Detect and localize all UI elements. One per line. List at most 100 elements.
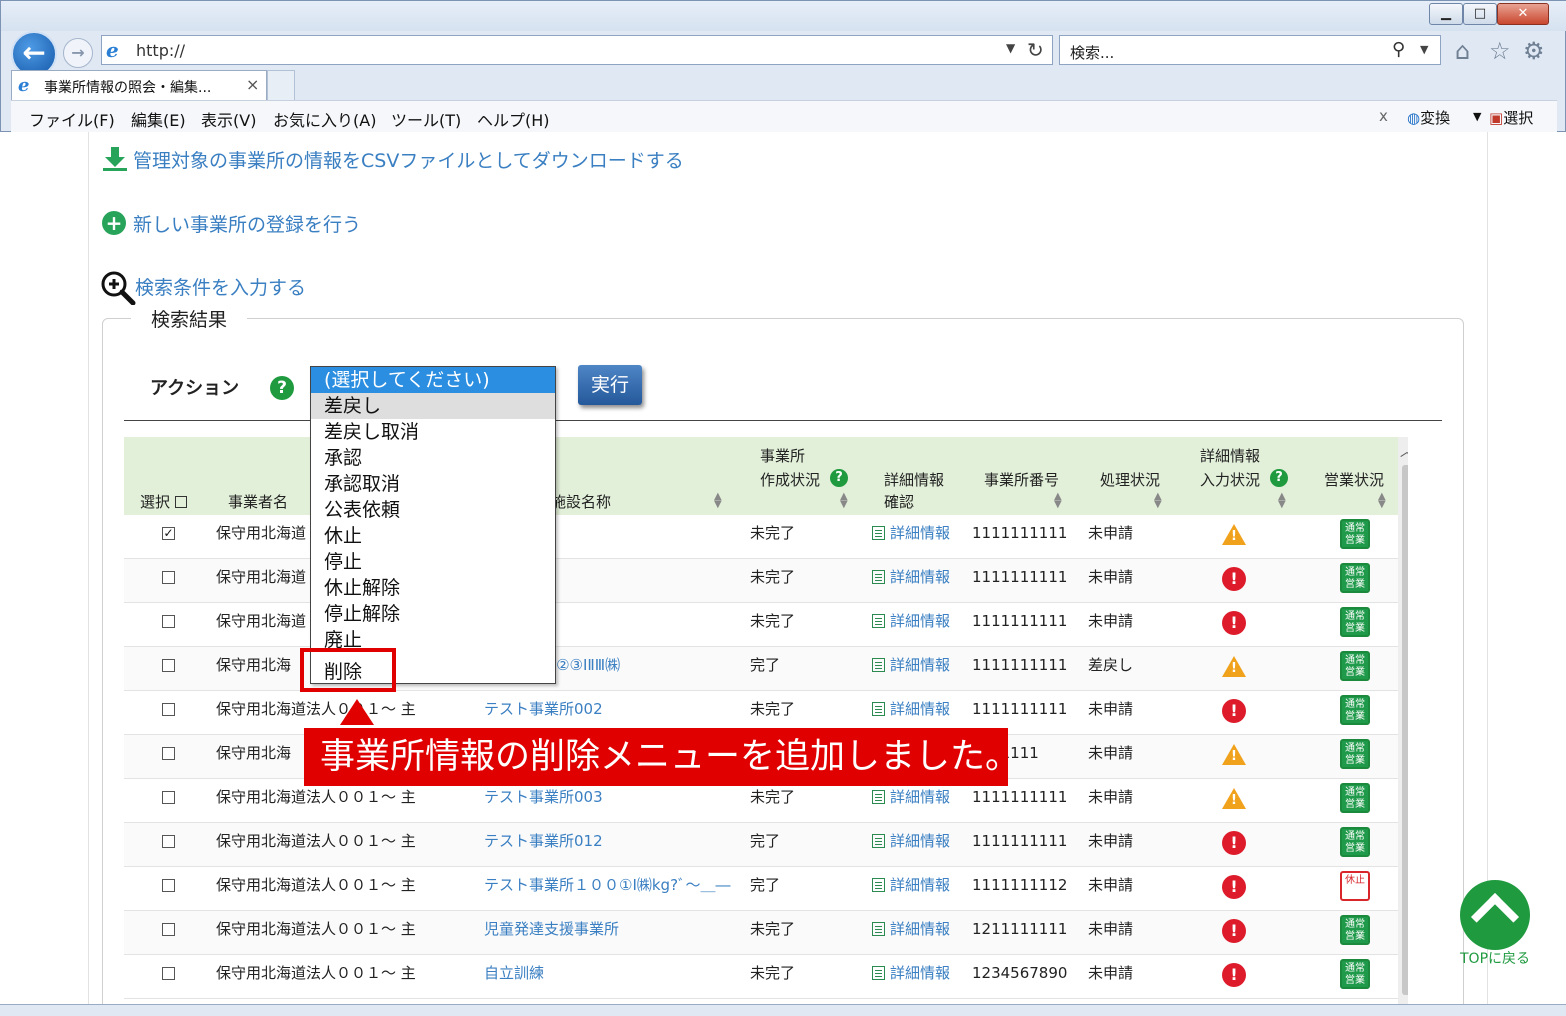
header-creation[interactable]: 作成状況	[760, 469, 820, 490]
address-input[interactable]: http://	[136, 41, 185, 60]
menu-file[interactable]: ファイル(F)	[29, 107, 115, 131]
chevron-down-icon[interactable]: ▼	[1006, 41, 1015, 55]
minimize-button[interactable]: ▁	[1429, 3, 1463, 25]
close-window-button[interactable]: ✕	[1497, 3, 1549, 25]
row-checkbox[interactable]	[162, 615, 175, 628]
menu-favorites[interactable]: お気に入り(A)	[273, 107, 376, 131]
header-input-line1: 詳細情報	[1200, 447, 1261, 465]
download-csv-link[interactable]: 管理対象の事業所の情報をCSVファイルとしてダウンロードする	[133, 146, 684, 173]
convert-button[interactable]: ◍変換	[1407, 107, 1450, 128]
facility-name-link[interactable]: テスト事業所１００①Ⅰ㈱kg?ﾞ～＿―	[484, 867, 731, 911]
detail-info-link[interactable]: 詳細情報	[872, 823, 950, 867]
row-checkbox[interactable]	[162, 923, 175, 936]
select-all-checkbox[interactable]	[174, 496, 187, 508]
scroll-thumb[interactable]	[1402, 465, 1408, 995]
back-to-top-button[interactable]	[1460, 880, 1530, 950]
help-icon[interactable]: ?	[270, 376, 294, 400]
detail-info-link[interactable]: 詳細情報	[872, 955, 950, 999]
header-process[interactable]: 処理状況	[1100, 469, 1160, 490]
download-icon[interactable]	[102, 146, 128, 172]
detail-info-link[interactable]: 詳細情報	[872, 911, 950, 955]
detail-info-link[interactable]: 詳細情報	[872, 647, 950, 691]
detail-info-link[interactable]: 詳細情報	[872, 867, 950, 911]
action-option[interactable]: 停止解除	[311, 601, 555, 627]
menu-view[interactable]: 表示(V)	[201, 107, 256, 131]
action-option[interactable]: 差戻し取消	[311, 419, 555, 445]
refresh-icon[interactable]: ↻	[1027, 38, 1044, 62]
close-icon[interactable]: ×	[246, 75, 259, 94]
row-checkbox[interactable]	[162, 703, 175, 716]
home-icon[interactable]: ⌂	[1455, 37, 1470, 65]
document-icon	[872, 614, 885, 628]
convert-label: 変換	[1420, 109, 1451, 127]
action-option[interactable]: 承認	[311, 445, 555, 471]
process-status: 未申請	[1088, 832, 1134, 850]
sort-icon[interactable]: ▲ ▼	[1154, 492, 1162, 510]
detail-info-link[interactable]: 詳細情報	[872, 559, 950, 603]
business-status-badge: 通常営業	[1340, 563, 1370, 593]
tab-title[interactable]: 事業所情報の照会・編集...	[44, 77, 211, 97]
chevron-up-icon[interactable]: ︿	[1400, 441, 1408, 461]
action-option[interactable]: 公表依頼	[311, 497, 555, 523]
action-option[interactable]: 停止	[311, 549, 555, 575]
sort-icon[interactable]: ▲ ▼	[840, 492, 848, 510]
row-checkbox[interactable]	[162, 747, 175, 760]
execute-button[interactable]: 実行	[578, 365, 642, 405]
sort-icon[interactable]: ▲ ▼	[1278, 492, 1286, 510]
action-option[interactable]: (選択してください)	[311, 367, 555, 393]
action-option[interactable]: 承認取消	[311, 471, 555, 497]
facility-name-link[interactable]: 自立訓練	[484, 955, 544, 999]
register-office-link[interactable]: 新しい事業所の登録を行う	[133, 210, 361, 237]
search-input[interactable]: 検索...	[1070, 42, 1114, 63]
chevron-down-icon[interactable]: ▼	[1473, 110, 1481, 123]
facility-name-link[interactable]: テスト事業所012	[484, 823, 603, 867]
detail-info-link[interactable]: 詳細情報	[872, 515, 950, 559]
header-business[interactable]: 営業状況	[1324, 469, 1384, 490]
toolbar-close-button[interactable]: x	[1379, 107, 1388, 125]
header-number[interactable]: 事業所番号	[984, 469, 1059, 490]
help-icon[interactable]: ?	[1270, 469, 1288, 487]
header-operator[interactable]: 事業者名	[228, 491, 288, 512]
sort-icon[interactable]: ▲ ▼	[1378, 492, 1386, 510]
row-checkbox[interactable]	[162, 659, 175, 672]
plus-icon[interactable]: +	[102, 211, 126, 235]
select-button[interactable]: ▣選択	[1489, 107, 1533, 128]
forward-arrow-icon[interactable]: →	[63, 38, 93, 68]
sort-icon[interactable]: ▲ ▼	[1054, 492, 1062, 510]
zoom-in-icon[interactable]	[100, 270, 136, 306]
star-icon[interactable]: ☆	[1489, 37, 1511, 65]
action-select-dropdown[interactable]: (選択してください) 差戻し 差戻し取消 承認 承認取消 公表依頼 休止 停止 休止解除 停止解除…	[310, 366, 556, 684]
chevron-down-icon[interactable]: ▼	[1420, 43, 1428, 56]
detail-info-link[interactable]: 詳細情報	[872, 603, 950, 647]
row-checkbox[interactable]: ✓	[162, 527, 175, 540]
row-checkbox[interactable]	[162, 835, 175, 848]
document-icon	[872, 834, 885, 848]
address-bar[interactable]: e http:// ▼ ↻	[101, 35, 1053, 65]
row-checkbox[interactable]	[162, 791, 175, 804]
creation-status: 未完了	[750, 964, 796, 982]
new-tab-button[interactable]	[267, 70, 295, 100]
gear-icon[interactable]: ⚙	[1523, 37, 1545, 65]
row-checkbox[interactable]	[162, 571, 175, 584]
help-icon[interactable]: ?	[830, 469, 848, 487]
action-option[interactable]: 休止解除	[311, 575, 555, 601]
scrollbar[interactable]: ︿	[1398, 437, 1408, 1004]
menu-help[interactable]: ヘルプ(H)	[477, 107, 550, 131]
row-checkbox[interactable]	[162, 967, 175, 980]
maximize-button[interactable]: □	[1463, 3, 1497, 25]
sort-icon[interactable]: ▲ ▼	[714, 492, 722, 510]
header-input[interactable]: 入力状況	[1200, 469, 1260, 490]
row-checkbox[interactable]	[162, 879, 175, 892]
warning-icon	[1222, 744, 1246, 765]
search-box[interactable]: 検索... ⚲ ▼	[1059, 35, 1441, 65]
office-number: 1111111111	[972, 524, 1068, 542]
search-icon[interactable]: ⚲	[1392, 39, 1405, 60]
menu-tools[interactable]: ツール(T)	[391, 107, 461, 131]
action-option[interactable]: 差戻し	[311, 393, 555, 419]
back-to-top-label[interactable]: TOPに戻る	[1460, 948, 1530, 968]
browser-tab[interactable]: e 事業所情報の照会・編集... ×	[11, 70, 267, 100]
search-conditions-link[interactable]: 検索条件を入力する	[135, 273, 306, 300]
menu-edit[interactable]: 編集(E)	[131, 107, 186, 131]
facility-name-link[interactable]: 児童発達支援事業所	[484, 911, 619, 955]
action-option[interactable]: 休止	[311, 523, 555, 549]
